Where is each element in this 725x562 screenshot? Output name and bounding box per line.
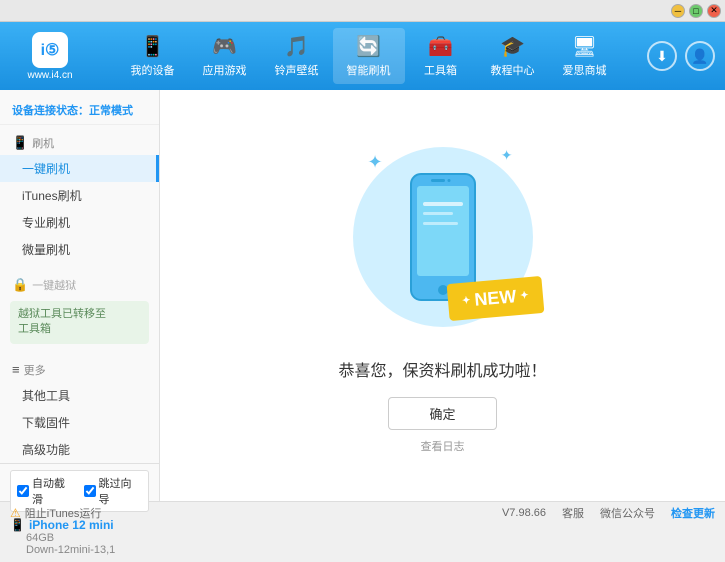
header: i⑤ www.i4.cn 📱 我的设备 🎮 应用游戏 🎵 铃声壁纸 🔄 智能刷机… xyxy=(0,22,725,90)
warning-icon: ⚠ xyxy=(10,506,21,520)
bottom-left: ⚠ 阻止iTunes运行 xyxy=(10,505,101,521)
skip-wizard-checkbox[interactable]: 跳过向导 xyxy=(84,475,143,507)
section-header-more: ≡ 更多 xyxy=(0,358,159,382)
content-area: ✦ ✦ NEW 恭喜您，保资料刷机成功啦！ 确定 查看日志 xyxy=(160,90,725,501)
nav-item-my-device[interactable]: 📱 我的设备 xyxy=(117,28,189,84)
auto-close-checkbox[interactable]: 自动截滑 xyxy=(17,475,76,507)
auto-close-input[interactable] xyxy=(17,485,29,497)
jailbreak-section-icon: 🔒 xyxy=(12,277,28,293)
nav-item-smart-shop[interactable]: 🔄 智能刷机 xyxy=(333,28,405,84)
device-model: Down-12mini-13,1 xyxy=(26,544,149,556)
nav-bar: 📱 我的设备 🎮 应用游戏 🎵 铃声壁纸 🔄 智能刷机 🧰 工具箱 🎓 教程中心… xyxy=(90,28,647,84)
sidebar-item-pro-flash[interactable]: 专业刷机 xyxy=(0,209,159,236)
minimize-button[interactable]: ─ xyxy=(671,4,685,18)
device-info: 📱 iPhone 12 mini 64GB Down-12mini-13,1 xyxy=(10,518,149,556)
confirm-button[interactable]: 确定 xyxy=(388,397,496,430)
bottom-right: V7.98.66 客服 微信公众号 检查更新 xyxy=(502,505,715,521)
nav-item-apps-games[interactable]: 🎮 应用游戏 xyxy=(189,28,261,84)
more-section-icon: ≡ xyxy=(12,362,20,377)
sidebar-item-itunes-flash[interactable]: iTunes刷机 xyxy=(0,182,159,209)
apps-icon: 🎮 xyxy=(212,34,237,59)
maximize-button[interactable]: □ xyxy=(689,4,703,18)
nav-label-smart-shop: 智能刷机 xyxy=(347,62,391,78)
sparkle-top-right: ✦ xyxy=(501,147,513,164)
download-button[interactable]: ⬇ xyxy=(647,41,677,71)
nav-label-apps: 应用游戏 xyxy=(203,62,247,78)
sidebar-item-micro-flash[interactable]: 微量刷机 xyxy=(0,236,159,263)
success-text: 恭喜您，保资料刷机成功啦！ xyxy=(338,357,546,381)
sidebar-item-other-tools[interactable]: 其他工具 xyxy=(0,382,159,409)
sidebar-item-download-fw[interactable]: 下载固件 xyxy=(0,409,159,436)
title-bar: ─ □ ✕ xyxy=(0,0,725,22)
version-label: V7.98.66 xyxy=(502,507,546,519)
sparkle-top-left: ✦ xyxy=(368,152,383,173)
logo-icon: i⑤ xyxy=(32,32,68,68)
header-right: ⬇ 👤 xyxy=(647,41,715,71)
sidebar-item-one-click-flash[interactable]: 一键刷机 xyxy=(0,155,159,182)
customer-service-link[interactable]: 客服 xyxy=(562,505,584,521)
wechat-link[interactable]: 微信公众号 xyxy=(600,505,655,521)
sidebar-item-advanced[interactable]: 高级功能 xyxy=(0,436,159,463)
connection-status: 设备连接状态：正常模式 xyxy=(0,98,159,125)
account-button[interactable]: 👤 xyxy=(685,41,715,71)
logo: i⑤ www.i4.cn xyxy=(10,32,90,81)
toolbox-icon: 🧰 xyxy=(428,34,453,59)
new-badge: NEW xyxy=(446,276,544,321)
nav-label-shop: 爱思商城 xyxy=(563,62,607,78)
ringtones-icon: 🎵 xyxy=(284,34,309,59)
nav-label-toolbox: 工具箱 xyxy=(424,62,457,78)
device-storage: 64GB xyxy=(26,532,149,544)
tutorial-icon: 🎓 xyxy=(500,34,525,59)
flash-section-icon: 📱 xyxy=(12,135,28,151)
jailbreak-note: 越狱工具已转移至工具箱 xyxy=(10,301,149,344)
warning-text: 阻止iTunes运行 xyxy=(25,505,102,521)
device-icon: 📱 xyxy=(140,34,165,59)
smart-shop-icon: 🔄 xyxy=(356,34,381,59)
nav-item-ringtones[interactable]: 🎵 铃声壁纸 xyxy=(261,28,333,84)
skip-wizard-input[interactable] xyxy=(84,485,96,497)
nav-item-toolbox[interactable]: 🧰 工具箱 xyxy=(405,28,477,84)
section-header-flash: 📱 刷机 xyxy=(0,131,159,155)
main-area: 设备连接状态：正常模式 📱 刷机 一键刷机 iTunes刷机 专业刷机 微量刷机… xyxy=(0,90,725,501)
nav-label-ringtones: 铃声壁纸 xyxy=(275,62,319,78)
nav-label-tutorial: 教程中心 xyxy=(491,62,535,78)
close-button[interactable]: ✕ xyxy=(707,4,721,18)
shop-icon: 🖥 xyxy=(572,34,597,59)
nav-label-my-device: 我的设备 xyxy=(131,62,175,78)
logo-text: www.i4.cn xyxy=(27,70,72,81)
nav-item-shop[interactable]: 🖥 爱思商城 xyxy=(549,28,621,84)
view-log-link[interactable]: 查看日志 xyxy=(421,438,465,454)
section-header-jailbreak: 🔒 一键越狱 xyxy=(0,273,159,297)
illustration: ✦ ✦ NEW xyxy=(343,137,543,337)
update-button[interactable]: 检查更新 xyxy=(671,505,715,521)
nav-item-tutorial[interactable]: 🎓 教程中心 xyxy=(477,28,549,84)
sidebar: 设备连接状态：正常模式 📱 刷机 一键刷机 iTunes刷机 专业刷机 微量刷机… xyxy=(0,90,160,501)
